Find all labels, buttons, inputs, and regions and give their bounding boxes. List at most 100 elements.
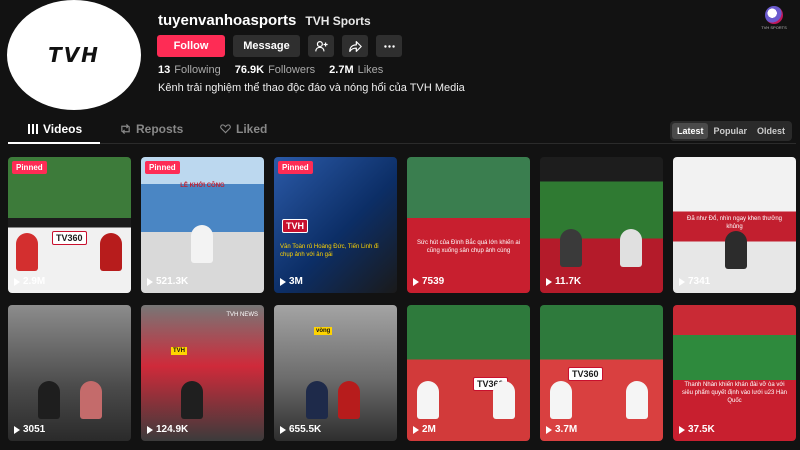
video-overlay-text: Văn Toàn rủ Hoàng Đức, Tiến Linh đi chụp… [280, 244, 379, 258]
speaker-figure [191, 225, 213, 263]
view-count: 655.5K [280, 424, 321, 435]
presenter-figure [100, 233, 122, 271]
ball-icon [765, 6, 783, 24]
person-figure [181, 381, 203, 419]
view-count: 3M [280, 276, 303, 287]
profile-avatar: TVH [7, 0, 141, 110]
follow-button[interactable]: Follow [157, 35, 225, 57]
person-figure [306, 381, 328, 419]
avatar-logo: TVH [48, 43, 100, 67]
play-icon [147, 277, 153, 286]
view-count: 37.5K [679, 424, 715, 435]
sort-toggle: Latest Popular Oldest [669, 121, 792, 141]
play-icon [679, 425, 685, 434]
view-count: 7341 [679, 276, 710, 287]
video-card[interactable]: Pinned TVH Văn Toàn rủ Hoàng Đức, Tiến L… [274, 157, 397, 293]
play-icon [280, 425, 286, 434]
tab-reposts[interactable]: Reposts [120, 122, 183, 136]
presenter-figure [16, 233, 38, 271]
overlay-tag: TVH [171, 347, 187, 355]
view-count: 2M [413, 424, 436, 435]
view-count: 7539 [413, 276, 444, 287]
video-card[interactable]: Thanh Nhàn khiến khán đài vỡ òa với siêu… [673, 305, 796, 441]
play-icon [546, 277, 552, 286]
profile-bio: Kênh trải nghiệm thể thao độc đáo và nón… [158, 82, 465, 94]
player-figure [560, 229, 582, 267]
person-figure [338, 381, 360, 419]
video-card[interactable]: TV360 2M [407, 305, 530, 441]
profile-handle: tuyenvanhoasports [158, 12, 297, 29]
more-button[interactable] [376, 35, 402, 57]
view-count: 124.9K [147, 424, 188, 435]
play-icon [679, 277, 685, 286]
video-overlay-text: Sức hút của Đình Bắc quá lớn khiến ai cũ… [416, 240, 520, 254]
video-card[interactable]: TV360 3.7M [540, 305, 663, 441]
view-count: 3.7M [546, 424, 577, 435]
video-grid: Pinned TV360 2.9M Pinned LỄ KHỞI CÔNG 52… [8, 157, 796, 445]
profile-actions: Follow Message [157, 35, 402, 57]
video-overlay-text: LỄ KHỞI CÔNG [180, 183, 225, 189]
tv360-logo: TV360 [52, 231, 87, 245]
video-card[interactable]: TVH NEWS TVH 124.9K [141, 305, 264, 441]
play-icon [280, 277, 286, 286]
presenter-figure [626, 381, 648, 419]
presenter-figure [550, 381, 572, 419]
video-card[interactable]: vòng 655.5K [274, 305, 397, 441]
sort-oldest[interactable]: Oldest [752, 123, 790, 139]
presenter-figure [417, 381, 439, 419]
overlay-tag: vòng [314, 327, 333, 335]
play-icon [14, 277, 20, 286]
tab-videos[interactable]: Videos [28, 122, 82, 136]
sort-latest[interactable]: Latest [671, 123, 709, 139]
tab-videos-label: Videos [43, 122, 83, 136]
profile-stats: 13 Following 76.9K Followers 2.7M Likes [158, 64, 383, 76]
play-icon [14, 425, 20, 434]
presenter-figure [493, 381, 515, 419]
profile-name-row: tuyenvanhoasports TVH Sports [158, 12, 371, 29]
repost-icon [121, 124, 130, 134]
profile-nickname: TVH Sports [305, 14, 371, 28]
watermark-logo: TVH SPORTS [760, 6, 788, 34]
active-tab-indicator [8, 142, 100, 144]
view-count: 11.7K [546, 276, 581, 287]
sort-popular[interactable]: Popular [708, 123, 752, 139]
video-card[interactable]: 11.7K [540, 157, 663, 293]
tab-reposts-label: Reposts [136, 122, 184, 136]
play-icon [546, 425, 552, 434]
person-figure [38, 381, 60, 419]
add-friend-button[interactable] [308, 35, 334, 57]
stat-likes: 2.7M Likes [329, 64, 384, 76]
share-button[interactable] [342, 35, 368, 57]
share-icon [348, 40, 362, 52]
pinned-badge: Pinned [278, 161, 313, 174]
stat-following[interactable]: 13 Following [158, 64, 221, 76]
more-icon [383, 44, 395, 48]
tv360-logo: TV360 [568, 367, 603, 381]
pinned-badge: Pinned [145, 161, 180, 174]
video-card[interactable]: Pinned LỄ KHỞI CÔNG 521.3K [141, 157, 264, 293]
tvh-logo: TVH [282, 219, 308, 233]
heart-icon [220, 124, 231, 134]
add-friend-icon [314, 40, 328, 51]
view-count: 521.3K [147, 276, 188, 287]
video-card[interactable]: 3051 [8, 305, 131, 441]
message-button[interactable]: Message [233, 35, 300, 57]
video-card[interactable]: Sức hút của Đình Bắc quá lớn khiến ai cũ… [407, 157, 530, 293]
video-overlay-text: TVH NEWS [226, 312, 258, 318]
view-count: 3051 [14, 424, 45, 435]
tab-liked-label: Liked [236, 122, 268, 136]
person-figure [80, 381, 102, 419]
video-overlay-text: Thanh Nhàn khiến khán đài vỡ òa với siêu… [681, 382, 787, 404]
tab-liked[interactable]: Liked [220, 122, 267, 136]
avatar-logo-text: TVH [48, 43, 100, 67]
watermark-text: TVH SPORTS [761, 25, 787, 30]
play-icon [147, 425, 153, 434]
pinned-badge: Pinned [12, 161, 47, 174]
stat-followers[interactable]: 76.9K Followers [235, 64, 315, 76]
grid-icon [28, 124, 38, 134]
video-card[interactable]: Pinned TV360 2.9M [8, 157, 131, 293]
play-icon [413, 277, 419, 286]
video-card[interactable]: Đã như Đổ, nhìn ngay khen thưởng khủng 7… [673, 157, 796, 293]
play-icon [413, 425, 419, 434]
view-count: 2.9M [14, 276, 45, 287]
